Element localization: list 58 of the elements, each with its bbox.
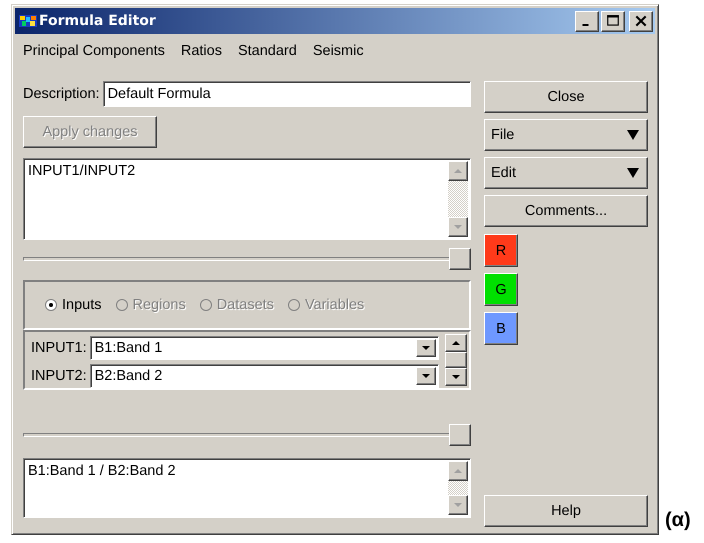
- maximize-icon: [606, 14, 620, 28]
- channel-button[interactable]: B: [484, 312, 518, 345]
- result-text: B1:Band 1 / B2:Band 2: [28, 462, 176, 481]
- dropdown-arrow-icon: [421, 345, 431, 351]
- menu-button[interactable]: File: [484, 119, 648, 151]
- figure-caption: (α): [665, 509, 691, 532]
- input-label: INPUT2:: [31, 368, 87, 384]
- scroll-up-button[interactable]: [448, 161, 468, 181]
- close-button[interactable]: [629, 10, 653, 32]
- menu-button[interactable]: Edit: [484, 157, 648, 189]
- scrollbar-thumb[interactable]: [445, 352, 467, 368]
- scroll-down-button[interactable]: [445, 368, 467, 386]
- formula-text-area[interactable]: INPUT1/INPUT2: [23, 158, 471, 240]
- description-field[interactable]: Default Formula: [102, 81, 471, 107]
- up-arrow-icon: [453, 468, 463, 474]
- channel-button[interactable]: R: [484, 234, 518, 267]
- app-icon: [18, 15, 38, 27]
- radio-icon: [116, 299, 128, 311]
- scroll-down-button[interactable]: [448, 495, 468, 515]
- down-arrow-icon: [453, 502, 463, 508]
- scroll-up-button[interactable]: [448, 461, 468, 481]
- menu-item[interactable]: Ratios: [180, 43, 222, 59]
- radio-icon: [200, 299, 212, 311]
- menu-item[interactable]: Standard: [238, 43, 297, 59]
- menu-item[interactable]: Seismic: [312, 43, 364, 59]
- down-arrow-icon: [451, 374, 461, 380]
- help-button[interactable]: Help: [484, 495, 648, 527]
- band-dropdown[interactable]: B2:Band 2: [90, 364, 439, 388]
- dropdown-arrow-icon: [421, 373, 431, 379]
- channel-button[interactable]: G: [484, 273, 518, 306]
- close-icon: [634, 14, 648, 28]
- formula-text: INPUT1/INPUT2: [28, 162, 136, 181]
- down-arrow-icon: [453, 224, 463, 230]
- side-button[interactable]: Close: [484, 81, 648, 113]
- up-arrow-icon: [451, 340, 461, 346]
- scrollbar-track[interactable]: [448, 481, 468, 495]
- window-title: Formula Editor: [39, 13, 157, 29]
- scroll-down-button[interactable]: [448, 217, 468, 237]
- radio-icon: [288, 299, 300, 311]
- band-dropdown[interactable]: B1:Band 1: [90, 336, 439, 360]
- minimize-button[interactable]: [575, 10, 599, 32]
- result-text-area[interactable]: B1:Band 1 / B2:Band 2: [23, 458, 471, 518]
- description-label: Description:: [23, 86, 100, 102]
- slider-thumb[interactable]: [449, 424, 471, 446]
- slider[interactable]: [23, 424, 471, 446]
- slider-thumb[interactable]: [449, 248, 471, 270]
- minimize-icon: [582, 24, 588, 26]
- menu-item[interactable]: Principal Components: [23, 43, 165, 59]
- caret-icon: [627, 130, 639, 140]
- caret-icon: [627, 168, 639, 178]
- maximize-button[interactable]: [601, 10, 625, 32]
- side-button[interactable]: Comments...: [484, 195, 648, 227]
- input-label: INPUT1:: [31, 340, 87, 356]
- slider[interactable]: [23, 248, 471, 270]
- radio-icon: [45, 299, 57, 311]
- source-radio[interactable]: Inputs: [45, 297, 102, 313]
- up-arrow-icon: [453, 168, 463, 174]
- scroll-up-button[interactable]: [445, 334, 467, 352]
